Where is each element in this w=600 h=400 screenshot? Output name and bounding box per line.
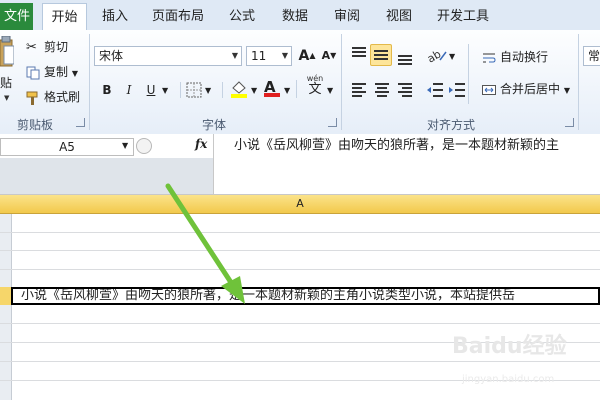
watermark-url: jingyan.baidu.com: [462, 374, 555, 385]
watermark-logo: Baidu经验: [452, 334, 567, 359]
